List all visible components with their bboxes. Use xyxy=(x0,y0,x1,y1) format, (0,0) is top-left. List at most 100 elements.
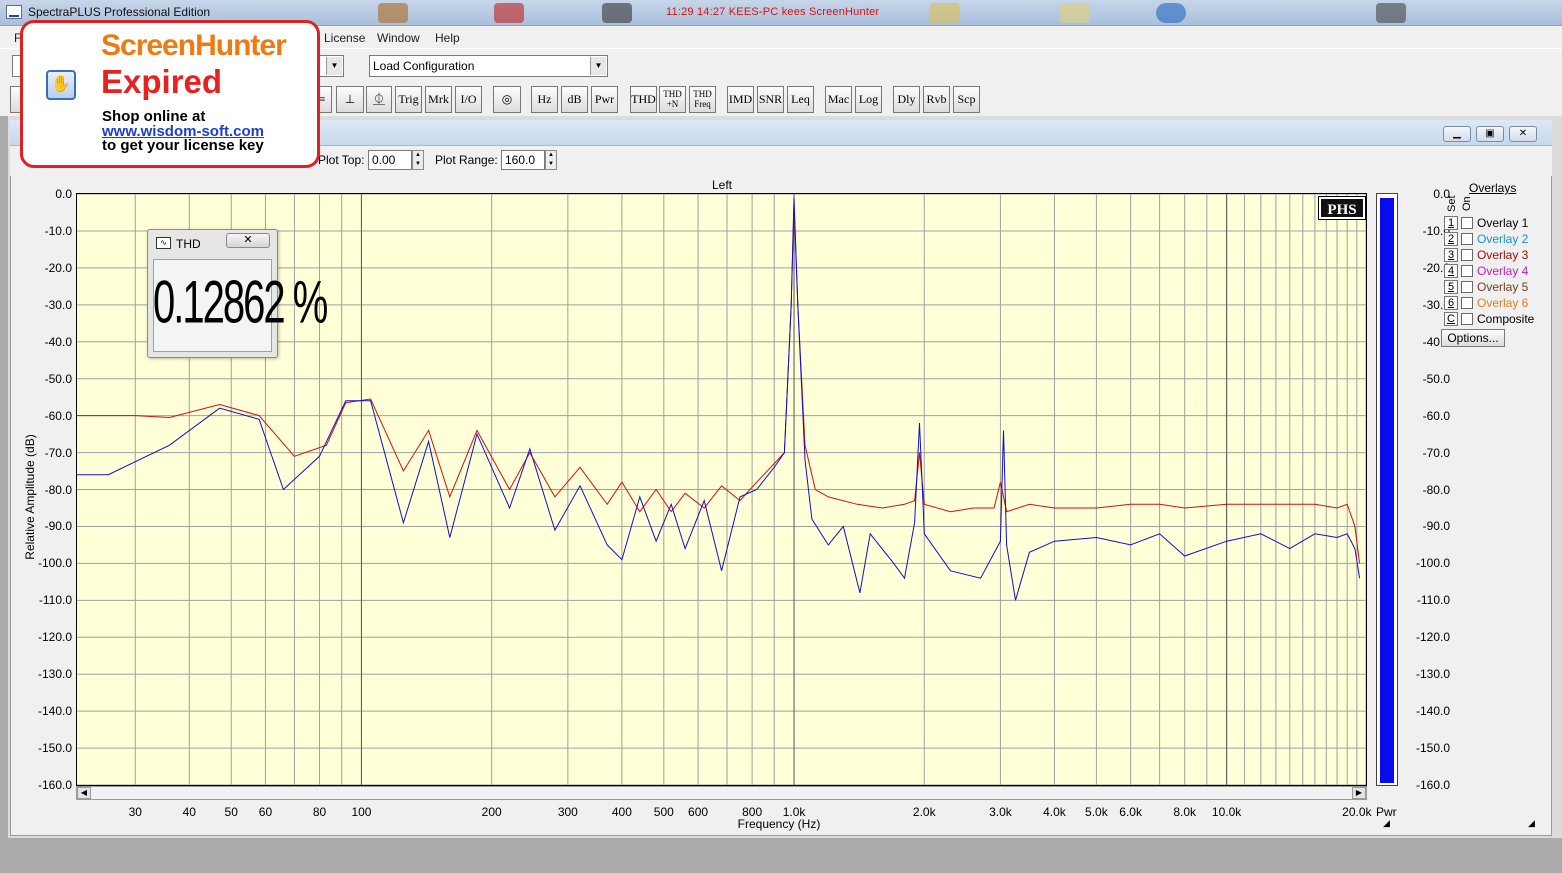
x-tick-label: 600 xyxy=(688,805,709,819)
logo-part-1: Screen xyxy=(101,29,196,62)
overlay-set-button[interactable]: C xyxy=(1444,312,1458,326)
y-tick-label: -90.0 xyxy=(44,519,72,534)
menu-window[interactable]: Window xyxy=(377,31,420,45)
thd-button[interactable]: THD xyxy=(630,86,657,113)
menu-license[interactable]: License xyxy=(324,31,365,45)
plot-range-value: 160.0 xyxy=(505,153,536,167)
desktop-icon xyxy=(1376,3,1406,23)
meter-tick-label: -150.0 xyxy=(1415,741,1450,756)
trig-button[interactable]: Trig xyxy=(395,86,422,113)
close-button[interactable]: ✕ xyxy=(1509,126,1537,142)
x-tick-label: 100 xyxy=(351,805,372,819)
menu-help[interactable]: Help xyxy=(435,31,460,45)
scroll-left-icon[interactable]: ◀ xyxy=(77,787,91,799)
plot-top-value: 0.00 xyxy=(372,153,396,167)
y-tick-label: -40.0 xyxy=(44,334,72,349)
x-tick-label: 6.0k xyxy=(1119,805,1142,819)
overlay-set-button[interactable]: 4 xyxy=(1444,264,1458,278)
chart-title: Left xyxy=(712,178,733,192)
power-meter-fill xyxy=(1380,197,1394,783)
thd-n-button[interactable]: THD +N xyxy=(659,86,686,113)
leq-button[interactable]: Leq xyxy=(787,86,814,113)
overlay-on-checkbox[interactable] xyxy=(1461,281,1473,293)
y-tick-label: -160.0 xyxy=(37,778,72,792)
trigger-icon-button[interactable]: ⏂ xyxy=(366,86,392,113)
meter-tick-label: -50.0 xyxy=(1422,371,1450,386)
x-tick-label: 300 xyxy=(557,805,578,819)
y-tick-label: -140.0 xyxy=(37,704,72,719)
db-button[interactable]: dB xyxy=(561,86,588,113)
thd-window-title: THD xyxy=(176,237,201,251)
meter-tick-label: -70.0 xyxy=(1422,445,1450,460)
axis-chart-icon: ⊥ xyxy=(344,92,356,106)
overlay-set-button[interactable]: 6 xyxy=(1444,296,1458,310)
overlays-on-label: On xyxy=(1461,196,1473,211)
overlay-name: Overlay 1 xyxy=(1477,216,1529,230)
screenhunter-expired-text: Expired xyxy=(101,63,223,100)
chevron-down-icon[interactable]: ▼ xyxy=(326,57,342,75)
logo-part-2: Hunter xyxy=(195,29,287,62)
hz-button[interactable]: Hz xyxy=(531,86,558,113)
thd-window-icon: ∿ xyxy=(156,237,171,249)
chevron-down-icon[interactable]: ▼ xyxy=(590,57,606,75)
plot-top-input[interactable]: 0.00 ▲ ▼ xyxy=(368,150,424,170)
scp-button[interactable]: Scp xyxy=(953,86,980,113)
sine-icon-button[interactable]: ◎ xyxy=(493,86,521,113)
meter-resize-grip-icon[interactable]: ◢ xyxy=(1383,818,1390,829)
spin-arrows-icon[interactable]: ▲ ▼ xyxy=(545,150,557,170)
plot-range-input[interactable]: 160.0 ▲ ▼ xyxy=(501,150,557,170)
overlays-set-label: Set xyxy=(1446,195,1458,212)
mrk-button[interactable]: Mrk xyxy=(425,86,452,113)
sine-wave-icon: ◎ xyxy=(501,92,513,106)
overlays-title: Overlays xyxy=(1469,181,1517,195)
overlay-set-button[interactable]: 2 xyxy=(1444,232,1458,246)
x-tick-label: 1.0k xyxy=(782,805,806,819)
resize-grip-icon[interactable]: ◢ xyxy=(1528,818,1535,829)
overlay-on-checkbox[interactable] xyxy=(1461,297,1473,309)
overlay-set-button[interactable]: 3 xyxy=(1444,248,1458,262)
chart-icon-button[interactable]: ⊥ xyxy=(336,86,364,113)
x-tick-label: 400 xyxy=(611,805,632,819)
overlay-on-checkbox[interactable] xyxy=(1461,217,1473,229)
thd-close-button[interactable]: ✕ xyxy=(226,233,270,248)
thd-freq-button[interactable]: THD Freq xyxy=(689,86,716,113)
x-tick-label: 60 xyxy=(258,805,273,819)
overlay-set-button[interactable]: 1 xyxy=(1444,216,1458,230)
overlay-options-button[interactable]: Options... xyxy=(1441,329,1505,347)
y-tick-label: -50.0 xyxy=(44,371,72,386)
snr-button[interactable]: SNR xyxy=(757,86,784,113)
io-button[interactable]: I/O xyxy=(455,86,482,113)
app-icon[interactable] xyxy=(6,5,22,19)
close-icon: ✕ xyxy=(243,234,253,246)
meter-tick-label: -120.0 xyxy=(1415,630,1450,645)
overlay-name: Overlay 6 xyxy=(1477,296,1529,310)
meter-tick-label: -100.0 xyxy=(1415,556,1450,571)
y-tick-label: -60.0 xyxy=(44,408,72,423)
desktop-icon xyxy=(602,3,632,23)
window-title: SpectraPLUS Professional Edition xyxy=(28,5,211,19)
overlay-on-checkbox[interactable] xyxy=(1461,233,1473,245)
spin-arrows-icon[interactable]: ▲ ▼ xyxy=(412,150,424,170)
overlay-on-checkbox[interactable] xyxy=(1461,313,1473,325)
restore-icon: ▣ xyxy=(1485,128,1495,139)
overlay-on-checkbox[interactable] xyxy=(1461,265,1473,277)
pwr-button[interactable]: Pwr xyxy=(591,86,618,113)
rvb-button[interactable]: Rvb xyxy=(923,86,950,113)
overlay-on-checkbox[interactable] xyxy=(1461,249,1473,261)
y-tick-label: -110.0 xyxy=(38,593,72,608)
load-configuration-combo[interactable]: Load Configuration ▼ xyxy=(369,55,608,77)
dly-button[interactable]: Dly xyxy=(893,86,920,113)
mac-button[interactable]: Mac xyxy=(825,86,852,113)
imd-button[interactable]: IMD xyxy=(727,86,754,113)
desktop-icon xyxy=(1060,3,1090,23)
horizontal-scrollbar[interactable] xyxy=(76,786,1367,800)
minimize-button[interactable]: ▁ xyxy=(1443,126,1471,142)
scroll-right-icon[interactable]: ▶ xyxy=(1352,787,1366,799)
restore-button[interactable]: ▣ xyxy=(1476,126,1504,142)
power-meter xyxy=(1376,193,1398,786)
overlay-set-button[interactable]: 5 xyxy=(1444,280,1458,294)
x-axis-title: Frequency (Hz) xyxy=(737,817,821,831)
y-tick-label: -130.0 xyxy=(37,667,72,682)
overlay-name: Overlay 3 xyxy=(1477,248,1529,262)
log-button[interactable]: Log xyxy=(855,86,882,113)
